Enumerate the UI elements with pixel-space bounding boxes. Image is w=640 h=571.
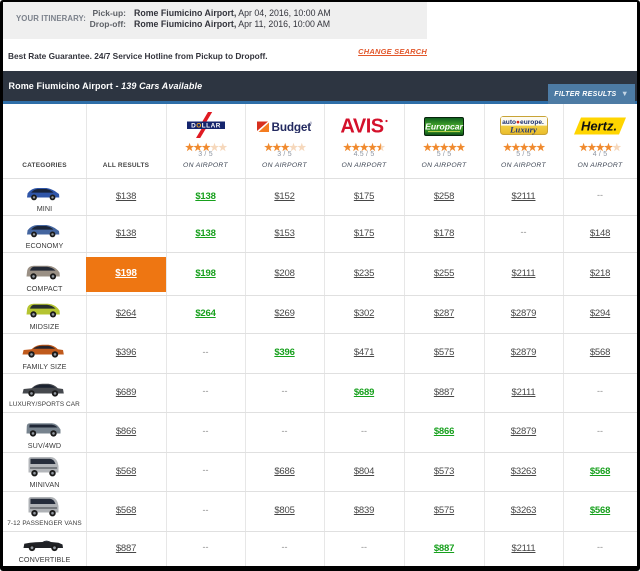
- svg-text:AVIS: AVIS: [340, 117, 383, 135]
- svg-text:DOLLAR: DOLLAR: [191, 122, 221, 129]
- svg-text:®: ®: [309, 122, 312, 126]
- svg-text:Budget: Budget: [271, 120, 311, 133]
- svg-text:Hertz.: Hertz.: [581, 119, 617, 134]
- svg-text:Luxury: Luxury: [509, 125, 537, 135]
- svg-text:Europcar: Europcar: [425, 122, 463, 132]
